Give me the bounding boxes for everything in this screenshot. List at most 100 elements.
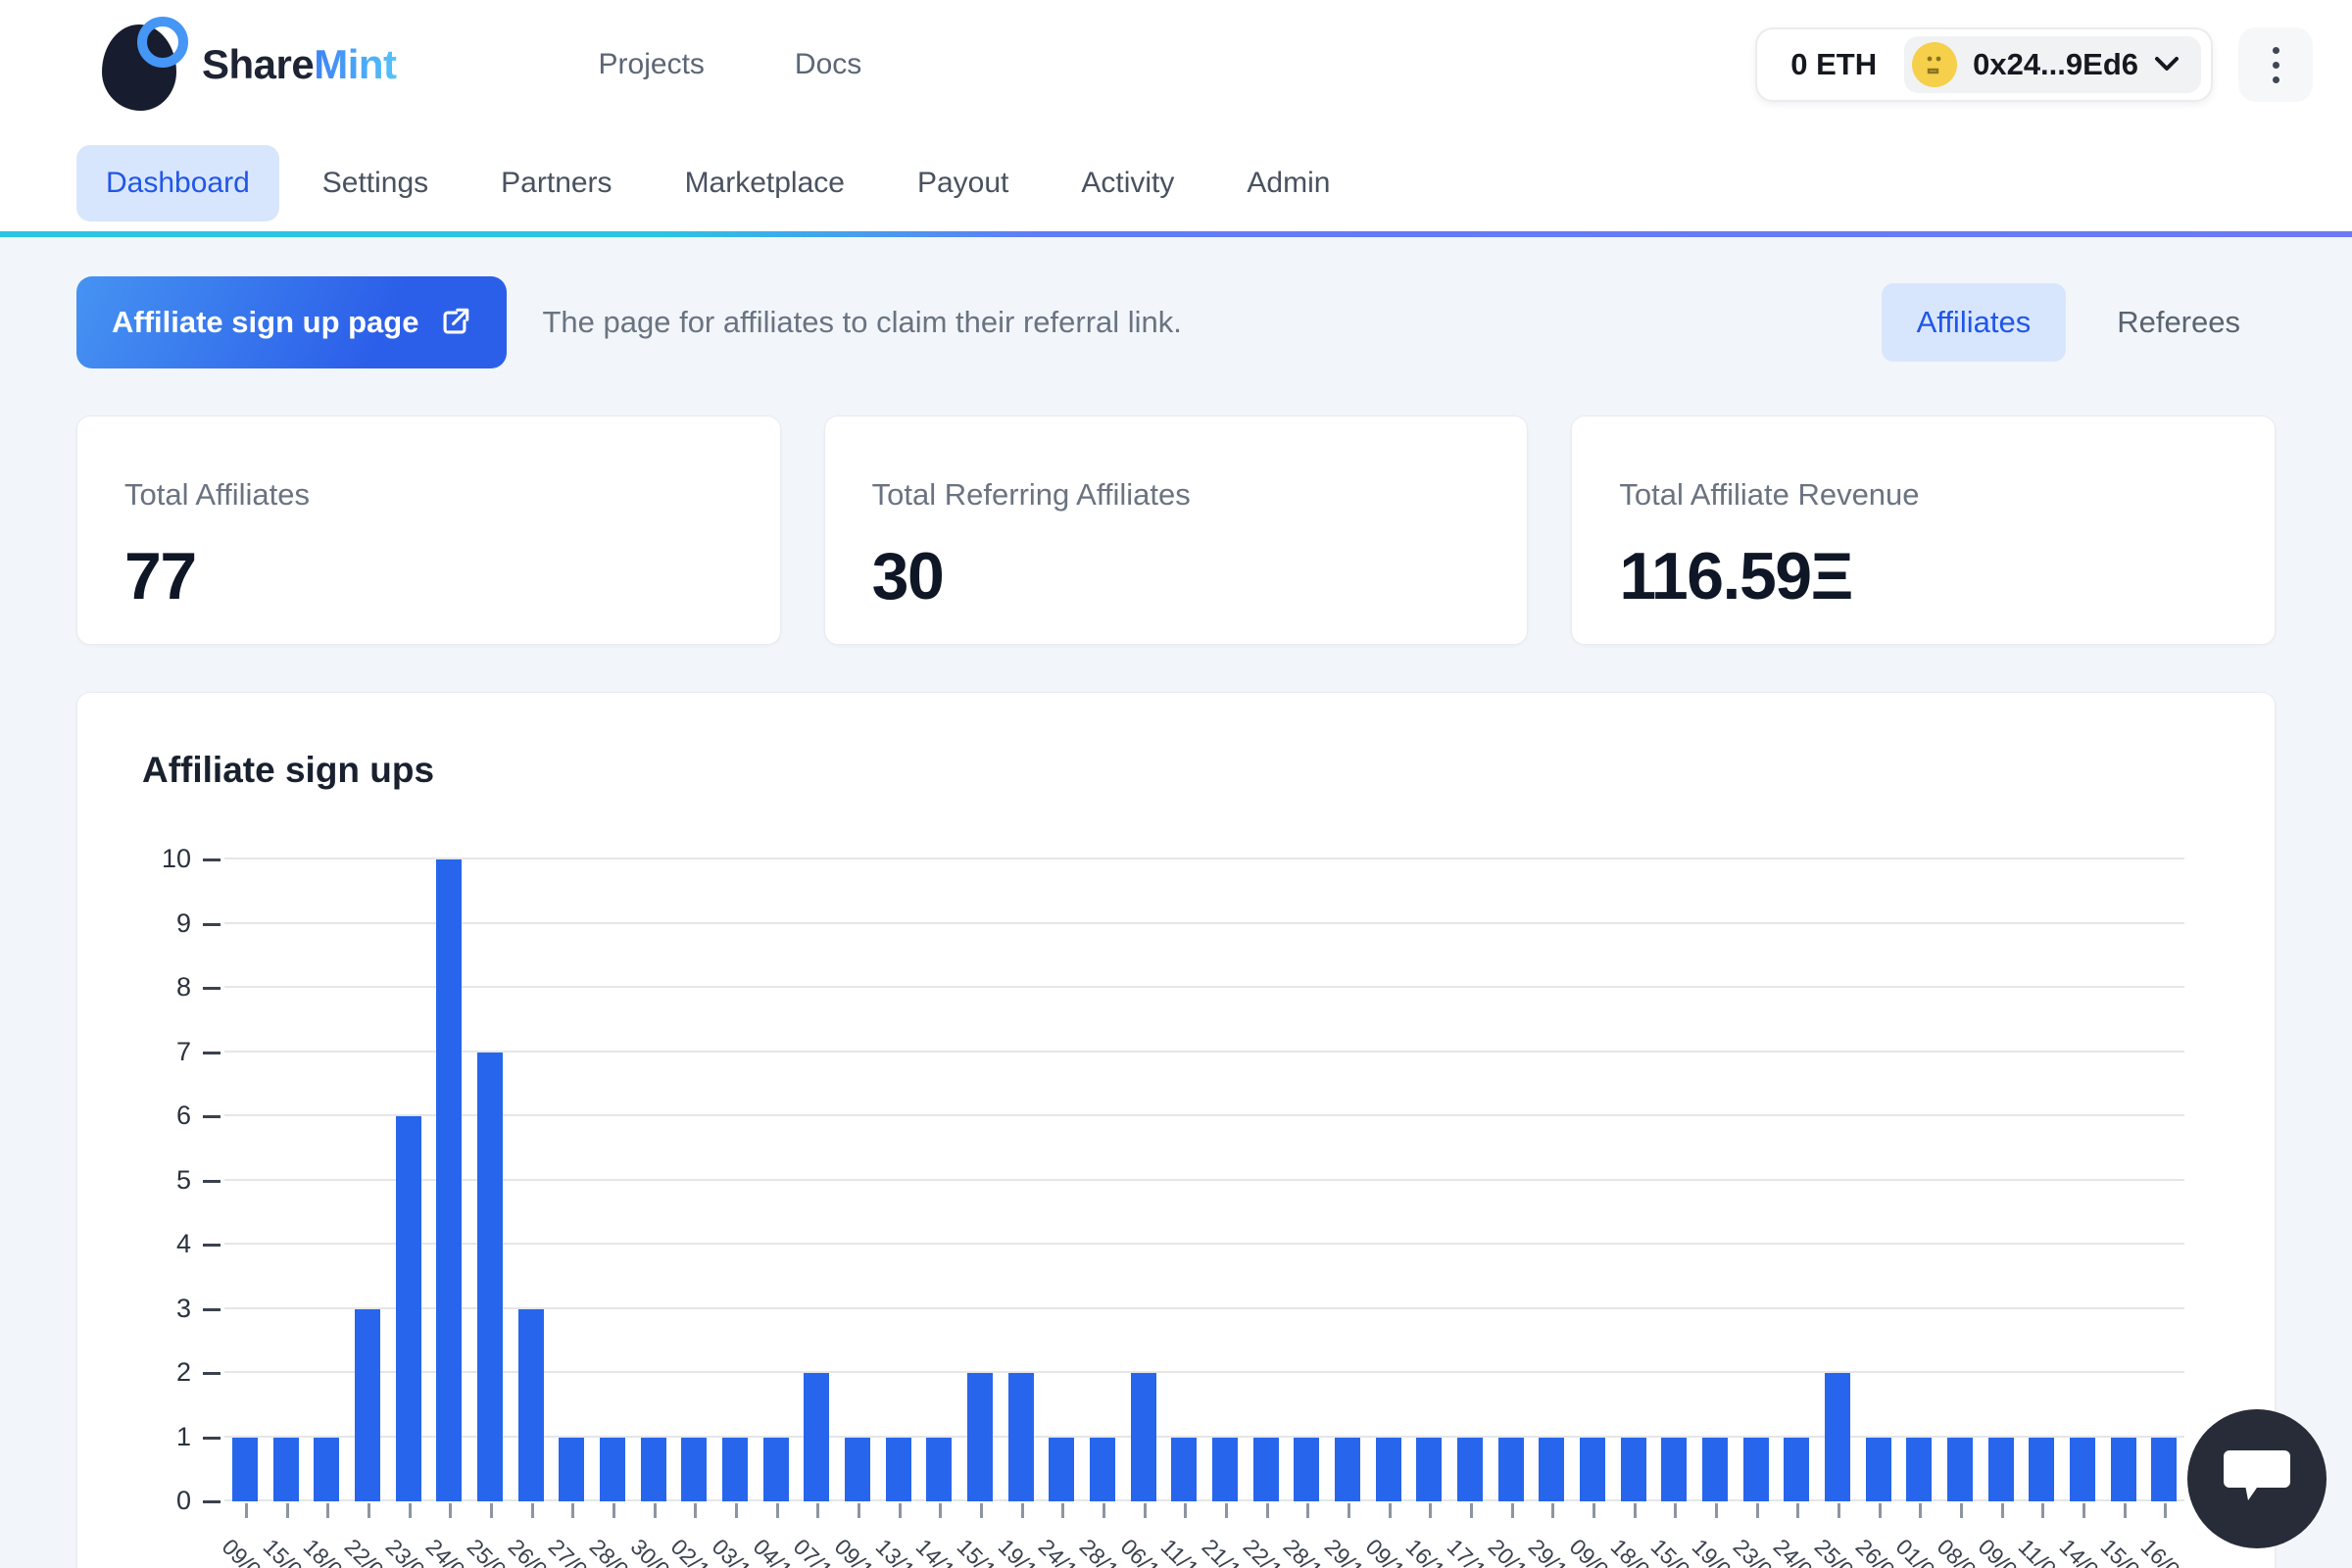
bar-24/02: [1784, 1438, 1809, 1502]
action-row: Affiliate sign up page The page for affi…: [76, 276, 2276, 368]
toggle-referees[interactable]: Referees: [2082, 283, 2276, 362]
bar-06/11: [1131, 1373, 1156, 1501]
bar-09/12: [1376, 1438, 1401, 1502]
kebab-menu-icon[interactable]: [2238, 27, 2313, 102]
x-axis-tick-mark: [1470, 1503, 1473, 1518]
chart-column: 27/09: [551, 859, 592, 1501]
tab-payout[interactable]: Payout: [888, 145, 1038, 221]
x-axis-tick-mark: [1838, 1503, 1840, 1518]
x-axis-tick-label: 16/03: [2135, 1534, 2194, 1568]
chart-column: 16/12: [1408, 859, 1449, 1501]
logo-text-share: Share: [202, 41, 314, 88]
x-axis-tick-mark: [654, 1503, 657, 1518]
chart-column: 15/02: [1654, 859, 1695, 1501]
x-axis-tick-mark: [2041, 1503, 2044, 1518]
logo-text-mint: Mint: [314, 41, 396, 88]
bar-17/12: [1457, 1438, 1483, 1502]
chart-column: 19/02: [1694, 859, 1736, 1501]
nav-item-projects[interactable]: Projects: [599, 48, 705, 81]
chart-column: 14/03: [2062, 859, 2103, 1501]
x-axis-tick-mark: [1266, 1503, 1269, 1518]
bar-09/03: [1988, 1438, 2014, 1502]
chart-column: 18/09: [306, 859, 347, 1501]
bar-23/09: [396, 1116, 421, 1501]
tab-settings[interactable]: Settings: [293, 145, 458, 221]
stat-card: Total Affiliates77: [76, 416, 781, 645]
affiliate-signups-chart-card: Affiliate sign ups 09/0915/0918/0922/092…: [76, 692, 2276, 1568]
chart-column: 14/10: [918, 859, 959, 1501]
x-axis-tick-mark: [2164, 1503, 2167, 1518]
chart-column: 20/12: [1491, 859, 1532, 1501]
chart-column: 01/03: [1899, 859, 1940, 1501]
wallet-address-button[interactable]: 0x24...9Ed6: [1904, 36, 2201, 93]
tab-admin[interactable]: Admin: [1217, 145, 1359, 221]
y-axis-tick-mark: [203, 923, 220, 926]
chart-column: 06/11: [1123, 859, 1164, 1501]
avatar: [1912, 42, 1957, 87]
bar-15/10: [967, 1373, 993, 1501]
chart-column: 22/09: [347, 859, 388, 1501]
bar-28/09: [600, 1438, 625, 1502]
bar-09/01: [1580, 1438, 1605, 1502]
x-axis-tick-mark: [1879, 1503, 1882, 1518]
bar-29/12: [1539, 1438, 1564, 1502]
x-axis-tick-mark: [490, 1503, 493, 1518]
x-axis-tick-mark: [409, 1503, 412, 1518]
tab-partners[interactable]: Partners: [471, 145, 641, 221]
x-axis-tick-mark: [1348, 1503, 1350, 1518]
tab-dashboard[interactable]: Dashboard: [76, 145, 279, 221]
affiliates-referees-toggle: AffiliatesReferees: [1882, 283, 2276, 362]
bar-24/10: [1049, 1438, 1074, 1502]
sharemint-logo[interactable]: Share Mint: [102, 19, 397, 111]
bar-16/12: [1416, 1438, 1442, 1502]
y-axis-tick-label: 5: [77, 1165, 191, 1196]
chart-column: 03/10: [714, 859, 756, 1501]
y-axis-tick-label: 2: [77, 1357, 191, 1388]
chat-widget-button[interactable]: [2187, 1409, 2327, 1548]
chart-column: 13/10: [878, 859, 919, 1501]
tab-bar: DashboardSettingsPartnersMarketplacePayo…: [0, 129, 2352, 237]
chart-bars: 09/0915/0918/0922/0923/0924/0925/0926/09…: [224, 859, 2184, 1501]
stat-label: Total Affiliates: [124, 477, 733, 513]
y-axis-tick-mark: [203, 987, 220, 990]
chart-column: 15/03: [2103, 859, 2144, 1501]
y-axis-tick-mark: [203, 1437, 220, 1440]
top-header: Share Mint Projects Docs 0 ETH 0x24...9Ed…: [0, 0, 2352, 129]
y-axis-tick-label: 4: [77, 1229, 191, 1259]
y-axis-tick-mark: [203, 1180, 220, 1183]
stat-label: Total Referring Affiliates: [872, 477, 1481, 513]
bar-03/10: [722, 1438, 748, 1502]
chart-column: 08/03: [1939, 859, 1981, 1501]
toggle-affiliates[interactable]: Affiliates: [1882, 283, 2067, 362]
y-axis-tick-mark: [203, 1500, 220, 1503]
x-axis-tick-mark: [1756, 1503, 1759, 1518]
tab-underline-gradient: [0, 231, 2352, 237]
bar-02/10: [681, 1438, 707, 1502]
bar-14/10: [926, 1438, 952, 1502]
affiliate-signup-page-label: Affiliate sign up page: [112, 305, 418, 340]
chart-column: 29/11: [1327, 859, 1368, 1501]
y-axis-tick-label: 9: [77, 908, 191, 939]
nav-item-docs[interactable]: Docs: [795, 48, 861, 81]
chart-column: 11/03: [2022, 859, 2063, 1501]
chart-column: 09/03: [1981, 859, 2022, 1501]
tab-marketplace[interactable]: Marketplace: [656, 145, 874, 221]
bar-15/09: [273, 1438, 299, 1502]
x-axis-tick-mark: [1144, 1503, 1147, 1518]
x-axis-tick-mark: [1061, 1503, 1064, 1518]
tab-activity[interactable]: Activity: [1052, 145, 1203, 221]
bar-19/10: [1008, 1373, 1034, 1501]
chart-column: 15/10: [959, 859, 1001, 1501]
bar-26/02: [1866, 1438, 1891, 1502]
bar-16/03: [2151, 1438, 2177, 1502]
x-axis-tick-mark: [899, 1503, 902, 1518]
chart-column: 28/09: [592, 859, 633, 1501]
wallet-pill: 0 ETH 0x24...9Ed6: [1755, 27, 2213, 102]
bar-11/03: [2029, 1438, 2054, 1502]
affiliate-signup-page-button[interactable]: Affiliate sign up page: [76, 276, 507, 368]
bar-23/02: [1743, 1438, 1769, 1502]
chart-column: 21/11: [1204, 859, 1246, 1501]
y-axis-tick-mark: [203, 1308, 220, 1311]
x-axis-tick-mark: [286, 1503, 289, 1518]
bar-14/03: [2070, 1438, 2095, 1502]
